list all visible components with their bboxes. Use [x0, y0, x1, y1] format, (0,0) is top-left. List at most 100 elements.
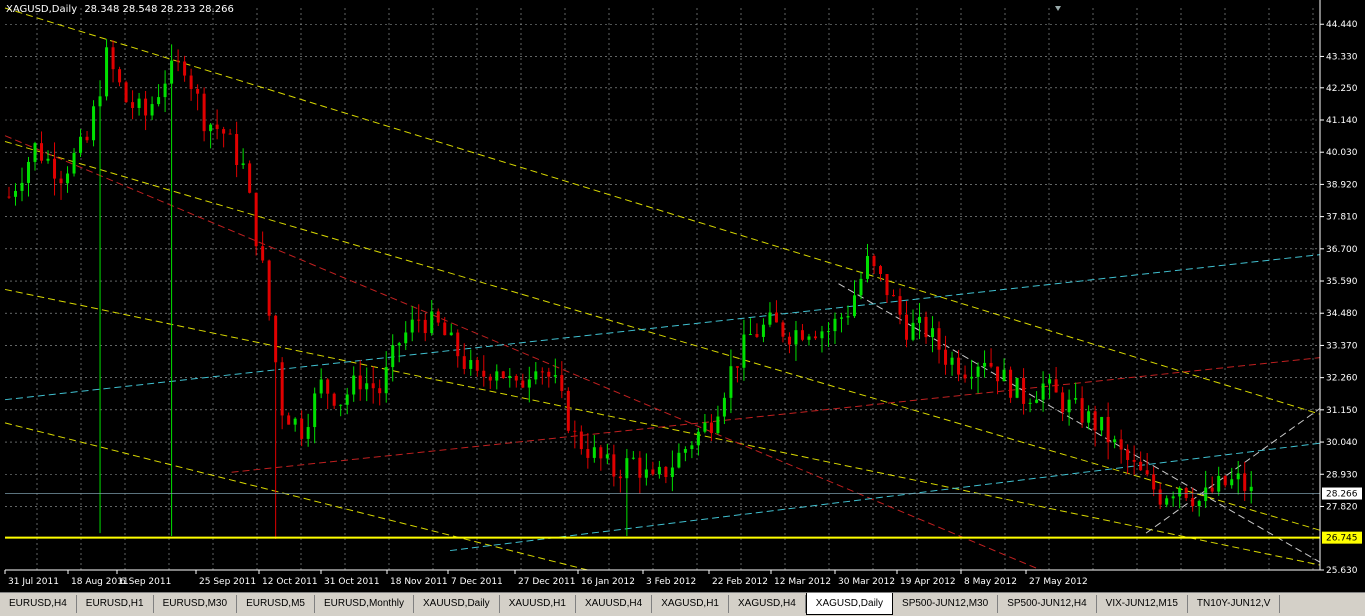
candle-body — [157, 97, 161, 105]
candle-body — [1217, 476, 1221, 492]
candle-body — [423, 319, 427, 334]
candle-body — [352, 375, 356, 395]
tab-xagusd-h4[interactable]: XAGUSD,H4 — [729, 595, 806, 613]
tab-sp500-jun12-h4[interactable]: SP500-JUN12,H4 — [998, 595, 1097, 613]
candle-body — [1113, 439, 1117, 443]
candle-body — [430, 311, 434, 334]
candle-body — [924, 316, 928, 338]
chart-title: XAGUSD,Daily 28.348 28.548 28.233 28.266 — [6, 4, 238, 15]
candle-body — [644, 469, 648, 478]
candle-body — [27, 161, 31, 183]
time-tick-label: 31 Jul 2011 — [8, 577, 59, 587]
price-chart[interactable]: 44.440 43.330 42.250 41.140 40.030 38.920 37.8… — [0, 0, 1365, 592]
candle-body — [105, 47, 109, 97]
candle-body — [540, 371, 544, 373]
candle-body — [1230, 479, 1234, 486]
candle-body — [462, 356, 466, 369]
tab-tn10y-jun12-v[interactable]: TN10Y-JUN12,V — [1188, 595, 1281, 613]
time-tick-label: 8 May 2012 — [964, 577, 1017, 587]
candle-body — [1100, 416, 1104, 431]
candle-body — [137, 98, 141, 108]
candle-body — [703, 422, 707, 432]
tab-eurusd-h4[interactable]: EURUSD,H4 — [0, 595, 77, 613]
candle-body — [404, 332, 408, 344]
candle-body — [950, 357, 954, 365]
trendline-yellow[interactable] — [4, 7, 1321, 415]
candle-body — [397, 343, 401, 346]
tab-eurusd-h1[interactable]: EURUSD,H1 — [77, 595, 154, 613]
candle-body — [1204, 487, 1208, 501]
tab-xagusd-h1[interactable]: XAGUSD,H1 — [652, 595, 729, 613]
candle-body — [482, 370, 486, 377]
candle-body — [996, 366, 1000, 382]
candle-body — [85, 136, 89, 141]
candle-body — [306, 427, 310, 439]
candle-body — [813, 336, 817, 339]
candle-body — [111, 47, 115, 70]
time-tick-label: 7 Dec 2011 — [451, 577, 503, 587]
chart-window[interactable]: 44.440 43.330 42.250 41.140 40.030 38.920 37.8… — [0, 0, 1365, 592]
tab-vix-jun12-m15[interactable]: VIX-JUN12,M15 — [1097, 595, 1188, 613]
chart-tabs-bar: EURUSD,H4 EURUSD,H1 EURUSD,M30 EURUSD,M5 EUR… — [0, 592, 1365, 616]
trendline-white[interactable] — [1145, 407, 1321, 534]
trendline-yellow[interactable] — [4, 422, 588, 571]
candle-body — [378, 388, 382, 394]
price-tick-label: 44.440 — [1326, 20, 1358, 30]
price-tick-label: 43.330 — [1326, 52, 1358, 62]
candle-body — [469, 360, 473, 369]
candle-body — [742, 334, 746, 368]
candle-body — [508, 375, 512, 378]
candle-body — [1197, 500, 1201, 507]
candle-body — [1210, 487, 1214, 492]
candle-body — [1041, 383, 1045, 400]
tab-eurusd-m5[interactable]: EURUSD,M5 — [237, 595, 315, 613]
trendline-red[interactable] — [4, 135, 1042, 571]
candle-body — [560, 375, 564, 391]
candle-body — [150, 104, 154, 116]
tab-eurusd-m30[interactable]: EURUSD,M30 — [154, 595, 238, 613]
price-tick-label: 41.140 — [1326, 116, 1358, 126]
tab-xauusd-h4[interactable]: XAUUSD,H4 — [576, 595, 653, 613]
trendline-white[interactable] — [838, 283, 1321, 563]
candle-body — [287, 415, 291, 425]
trendline-yellow[interactable] — [4, 140, 1321, 531]
tab-xauusd-daily[interactable]: XAUUSD,Daily — [414, 595, 500, 613]
candle-body — [918, 316, 922, 323]
candle-body — [800, 330, 804, 340]
candle-body — [300, 418, 304, 439]
candle-body — [33, 143, 37, 162]
trendline-red[interactable] — [231, 357, 1321, 473]
candle-body — [475, 360, 479, 371]
candle-body — [417, 319, 421, 321]
candle-body — [944, 349, 948, 365]
candle-body — [144, 98, 148, 116]
candle-body — [66, 173, 70, 184]
candle-body — [937, 328, 941, 350]
candle-body — [612, 454, 616, 477]
price-tick-label: 33.370 — [1326, 341, 1358, 351]
candle-body — [1178, 488, 1182, 497]
candle-body — [189, 75, 193, 89]
tab-xauusd-h1[interactable]: XAUUSD,H1 — [500, 595, 576, 613]
candle-body — [72, 152, 76, 174]
chart-shift-marker[interactable] — [1055, 6, 1061, 11]
trendline-cyan[interactable] — [450, 442, 1321, 552]
tab-sp500-jun12-m30[interactable]: SP500-JUN12,M30 — [893, 595, 999, 613]
chart-symbol: XAGUSD,Daily — [6, 4, 78, 15]
time-tick-label: 19 Apr 2012 — [900, 577, 956, 587]
candle-body — [1236, 473, 1240, 480]
candle-body — [358, 375, 362, 390]
candle-body — [755, 334, 759, 337]
candle-body — [170, 60, 174, 84]
candle-body — [20, 182, 24, 191]
candle-body — [449, 332, 453, 336]
candle-body — [1061, 392, 1065, 413]
candle-body — [859, 278, 863, 296]
candle-body — [970, 376, 974, 379]
candle-body — [7, 196, 11, 198]
tab-eurusd-monthly[interactable]: EURUSD,Monthly — [315, 595, 414, 613]
tab-xagusd-daily[interactable]: XAGUSD,Daily — [805, 593, 894, 615]
candle-body — [1002, 369, 1006, 382]
candle-body — [1087, 411, 1091, 423]
candle-body — [592, 447, 596, 458]
